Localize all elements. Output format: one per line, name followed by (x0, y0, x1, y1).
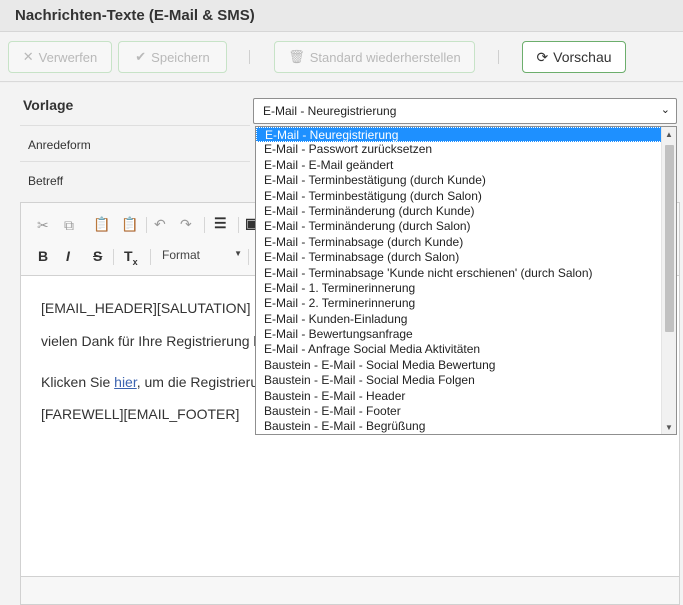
editor-status-bar (21, 576, 679, 604)
editor-text: , um die Registrierung (136, 374, 274, 390)
dropdown-option[interactable]: E-Mail - 1. Terminerinnerung (256, 281, 662, 296)
toolbar-divider (249, 50, 250, 64)
chevron-down-icon: ⌄ (660, 104, 670, 116)
toolbar-divider (150, 249, 151, 265)
bold-icon[interactable]: B (38, 248, 48, 264)
dropdown-option[interactable]: E-Mail - Neuregistrierung (256, 127, 662, 143)
dropdown-options: E-Mail - Neuregistrierung E-Mail - Passwo… (256, 127, 662, 434)
save-button-label: Speichern (151, 49, 210, 65)
caret-down-icon: ▼ (234, 249, 242, 258)
paste-text-icon[interactable]: 📋 (121, 216, 138, 233)
dropdown-option[interactable]: E-Mail - Terminabsage (durch Salon) (256, 250, 662, 265)
dropdown-option[interactable]: Baustein - E-Mail - Header (256, 389, 662, 404)
dropdown-option[interactable]: E-Mail - Terminänderung (durch Salon) (256, 219, 662, 234)
check-icon: ✔ (135, 49, 147, 64)
template-select-value: E-Mail - Neuregistrierung (263, 104, 397, 118)
scrollbar[interactable]: ▲ ▼ (661, 127, 676, 434)
toolbar-divider (113, 249, 114, 265)
restore-default-button[interactable]: 🗑 Standard wiederherstellen (274, 41, 475, 73)
discard-button[interactable]: ✕ Verwerfen (8, 41, 112, 73)
toolbar-divider (238, 217, 239, 233)
italic-icon[interactable]: I (66, 248, 70, 264)
cut-icon[interactable]: ✂ (37, 217, 49, 234)
toolbar-divider (248, 249, 249, 265)
format-dropdown[interactable]: Format ▼ (162, 248, 242, 262)
dropdown-option[interactable]: E-Mail - Terminbestätigung (durch Kunde) (256, 173, 662, 188)
remove-format-icon[interactable]: Tx (124, 248, 138, 267)
template-dropdown-list[interactable]: E-Mail - Neuregistrierung E-Mail - Passwo… (255, 126, 677, 435)
register-link[interactable]: hier (114, 374, 137, 390)
close-icon: ✕ (22, 49, 34, 64)
scroll-down-icon[interactable]: ▼ (665, 423, 673, 432)
action-toolbar: ✕ Verwerfen ✔ Speichern 🗑 Standard wiede… (0, 32, 683, 82)
strikethrough-icon[interactable]: S (93, 248, 102, 264)
editor-line: Klicken Sie hier, um die Registrierung (41, 374, 274, 390)
save-button[interactable]: ✔ Speichern (118, 41, 227, 73)
editor-line: [EMAIL_HEADER][SALUTATION] (41, 300, 251, 316)
redo-icon[interactable]: ↷ (180, 216, 192, 233)
preview-button[interactable]: ⟳ Vorschau (522, 41, 626, 73)
copy-icon[interactable]: ⧉ (64, 217, 74, 234)
align-justify-icon[interactable]: ☰ (214, 215, 227, 232)
dropdown-option[interactable]: E-Mail - Terminbestätigung (durch Salon) (256, 189, 662, 204)
restore-default-button-label: Standard wiederherstellen (309, 49, 461, 65)
preview-button-label: Vorschau (553, 49, 612, 65)
undo-icon[interactable]: ↶ (154, 216, 166, 233)
dropdown-option[interactable]: Baustein - E-Mail - Social Media Folgen (256, 373, 662, 388)
editor-text: Klicken Sie (41, 374, 115, 390)
dropdown-option[interactable]: E-Mail - Anfrage Social Media Aktivitäte… (256, 342, 662, 357)
discard-button-label: Verwerfen (38, 49, 98, 65)
toolbar-divider (146, 217, 147, 233)
toolbar-divider (204, 217, 205, 233)
salutation-label: Anredeform (28, 138, 91, 152)
dropdown-option[interactable]: E-Mail - Passwort zurücksetzen (256, 142, 662, 157)
dropdown-option[interactable]: Baustein - E-Mail - Social Media Bewertu… (256, 358, 662, 373)
title-bar: Nachrichten-Texte (E-Mail & SMS) (0, 0, 683, 32)
scrollbar-thumb[interactable] (665, 145, 674, 332)
dropdown-option[interactable]: Baustein - E-Mail - Begrüßung (256, 419, 662, 434)
dropdown-option[interactable]: E-Mail - 2. Terminerinnerung (256, 296, 662, 311)
dropdown-option[interactable]: E-Mail - Bewertungsanfrage (256, 327, 662, 342)
editor-line: vielen Dank für Ihre Registrierung be (41, 333, 270, 349)
dropdown-option[interactable]: E-Mail - Kunden-Einladung (256, 312, 662, 327)
toolbar-divider (498, 50, 499, 64)
dropdown-option[interactable]: E-Mail - E-Mail geändert (256, 158, 662, 173)
template-select[interactable]: E-Mail - Neuregistrierung ⌄ (253, 98, 677, 124)
subject-label: Betreff (28, 174, 64, 188)
page-title: Nachrichten-Texte (E-Mail & SMS) (15, 7, 255, 24)
dropdown-option[interactable]: Baustein - E-Mail - Footer (256, 404, 662, 419)
dropdown-option[interactable]: E-Mail - Terminabsage 'Kunde nicht ersch… (256, 266, 662, 281)
divider (20, 161, 250, 162)
format-dropdown-label: Format (162, 248, 201, 262)
trash-icon: 🗑 (288, 49, 305, 64)
template-label: Vorlage (23, 97, 74, 113)
divider (20, 125, 250, 126)
dropdown-option[interactable]: E-Mail - Terminänderung (durch Kunde) (256, 204, 662, 219)
editor-line: [FAREWELL][EMAIL_FOOTER] (41, 406, 240, 422)
dropdown-option[interactable]: E-Mail - Terminabsage (durch Kunde) (256, 235, 662, 250)
scroll-up-icon[interactable]: ▲ (665, 130, 673, 139)
refresh-icon: ⟳ (536, 48, 549, 65)
paste-icon[interactable]: 📋 (93, 216, 110, 233)
